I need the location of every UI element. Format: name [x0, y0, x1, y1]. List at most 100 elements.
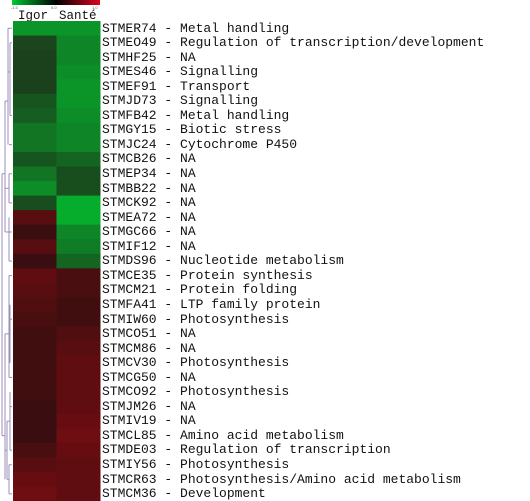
row-label: STMFA41 - LTP family protein	[102, 296, 321, 312]
row-label: STMEF91 - Transport	[102, 78, 251, 94]
heatmap-cell	[13, 428, 57, 444]
heatmap-cell	[13, 399, 57, 415]
heatmap-cell	[13, 370, 57, 386]
heatmap-cell	[13, 122, 57, 138]
row-label: STMCO51 - NA	[102, 326, 196, 342]
row-label: STMCM86 - NA	[102, 340, 196, 356]
row-label: STMCM36 - Development	[102, 486, 266, 501]
heatmap-cell	[13, 341, 57, 357]
heatmap-cell	[56, 312, 101, 328]
heatmap-cell	[56, 486, 101, 501]
row-label: STMEO49 - Regulation of transcription/de…	[102, 35, 485, 51]
row-label: STMIY56 - Photosynthesis	[102, 457, 290, 472]
heatmap-cell	[13, 50, 57, 66]
row-label: STMCR63 - Photosynthesis/Amino acid meta…	[102, 471, 461, 487]
heatmap-cell	[13, 413, 57, 429]
row-label: STMCM21 - Protein folding	[102, 282, 298, 298]
heatmap-cell	[56, 355, 101, 371]
heatmap-cell	[13, 253, 57, 269]
heatmap-cell	[56, 297, 101, 313]
heatmap-cell	[13, 195, 57, 211]
heatmap-cell	[13, 181, 57, 197]
heatmap-cell	[56, 457, 101, 473]
heatmap-cell	[13, 312, 57, 328]
heatmap-cell	[13, 239, 57, 255]
heatmap-cell	[13, 137, 57, 153]
heatmap-cell	[13, 151, 57, 167]
heatmap-cell	[56, 341, 101, 357]
heatmap-chart	[1, 21, 101, 501]
heatmap-cell	[56, 93, 101, 109]
row-label: STMBB22 - NA	[102, 180, 196, 196]
heatmap-cell	[56, 472, 101, 488]
row-label: STMGC66 - NA	[102, 224, 196, 240]
heatmap-cell	[56, 428, 101, 444]
heatmap-cell	[56, 268, 101, 284]
heatmap-cell	[13, 93, 57, 109]
row-label: STMJD73 - Signalling	[102, 93, 259, 109]
heatmap-cell	[56, 151, 101, 167]
heatmap-cell	[13, 108, 57, 124]
heatmap-cell	[56, 239, 101, 255]
heatmap-cell	[56, 326, 101, 342]
heatmap-cell	[13, 355, 57, 371]
heatmap-cell	[13, 21, 57, 37]
row-label: STMGY15 - Biotic stress	[102, 122, 282, 138]
heatmap-cell	[56, 181, 101, 197]
row-label: STMCB26 - NA	[102, 151, 196, 167]
heatmap-cell	[13, 486, 57, 501]
heatmap-cell	[56, 253, 101, 269]
row-label: STMFB42 - Metal handling	[102, 107, 290, 123]
heatmap-cell	[13, 384, 57, 400]
row-label: STMEA72 - NA	[102, 209, 196, 225]
heatmap-cell	[56, 442, 101, 458]
heatmap-cell	[56, 35, 101, 51]
row-label: STMDS96 - Nucleotide metabolism	[102, 253, 344, 269]
row-label: STMES46 - Signalling	[102, 64, 259, 80]
heatmap-cell	[56, 413, 101, 429]
heatmap-cell	[56, 399, 101, 415]
heatmap-cell	[13, 326, 57, 342]
heatmap-cell	[13, 210, 57, 226]
row-label: STMIW60 - Photosynthesis	[102, 311, 290, 327]
heatmap-cell	[56, 224, 101, 240]
heatmap-cell	[13, 442, 57, 458]
heatmap-cell	[56, 50, 101, 66]
heatmap-cell	[13, 79, 57, 95]
heatmap-cell	[13, 457, 57, 473]
heatmap-cell	[56, 64, 101, 80]
row-label: STMHF25 - NA	[102, 49, 196, 65]
row-label: STMDE03 - Regulation of transcription	[102, 442, 391, 458]
row-label: STMER74 - Metal handling	[102, 20, 290, 36]
heatmap-cell	[56, 282, 101, 298]
heatmap-cell	[56, 384, 101, 400]
heatmap-cell	[56, 195, 101, 211]
heatmap-cell	[56, 122, 101, 138]
heatmap-cell	[56, 166, 101, 182]
heatmap-cell	[13, 64, 57, 80]
row-label: STMIF12 - NA	[102, 238, 196, 254]
heatmap-cell	[13, 35, 57, 51]
row-label: STMCO92 - Photosynthesis	[102, 384, 290, 400]
heatmap-cell	[13, 297, 57, 313]
heatmap-cell	[56, 137, 101, 153]
row-label: STMCE35 - Protein synthesis	[102, 267, 313, 283]
row-label: STMCK92 - NA	[102, 195, 196, 211]
heatmap-cell	[13, 268, 57, 284]
heatmap-cell	[13, 282, 57, 298]
row-label: STMCV30 - Photosynthesis	[102, 355, 290, 371]
row-label: STMJC24 - Cytochrome P450	[102, 136, 298, 152]
row-label: STMJM26 - NA	[102, 398, 196, 414]
heatmap-cell	[56, 21, 101, 37]
heatmap-cell	[13, 472, 57, 488]
row-label: STMEP34 - NA	[102, 166, 196, 181]
heatmap-cell	[13, 224, 57, 240]
heatmap-cell	[56, 108, 101, 124]
heatmap-cell	[56, 210, 101, 226]
heatmap-cell	[56, 79, 101, 95]
row-label: STMCG50 - NA	[102, 369, 196, 385]
row-label: STMIV19 - NA	[102, 413, 196, 429]
heatmap-cell	[56, 370, 101, 386]
heatmap-cell	[13, 166, 57, 182]
row-label: STMCL85 - Amino acid metabolism	[102, 427, 344, 443]
